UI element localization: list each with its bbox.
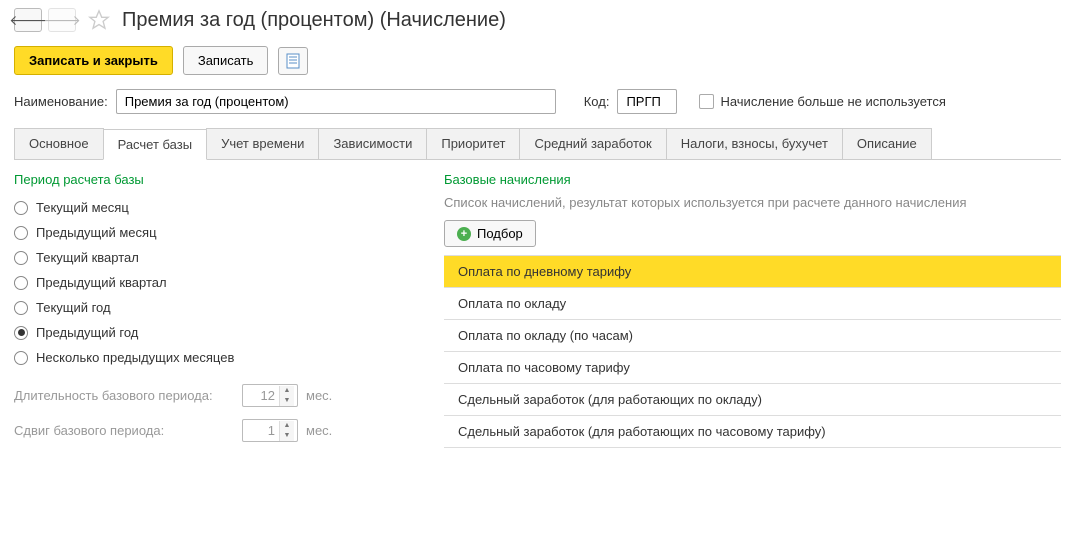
- shift-down-button[interactable]: ▼: [280, 431, 294, 441]
- tab-7[interactable]: Описание: [842, 128, 932, 159]
- name-input[interactable]: [116, 89, 556, 114]
- period-radio-item[interactable]: Предыдущий месяц: [14, 220, 414, 245]
- pick-button[interactable]: + Подбор: [444, 220, 536, 247]
- duration-input[interactable]: [243, 385, 279, 406]
- period-radio-item[interactable]: Текущий квартал: [14, 245, 414, 270]
- duration-unit: мес.: [306, 388, 332, 403]
- base-hint: Список начислений, результат которых исп…: [444, 195, 1061, 210]
- base-section-title: Базовые начисления: [444, 172, 1061, 187]
- disabled-checkbox-label: Начисление больше не используется: [720, 94, 945, 109]
- duration-label: Длительность базового периода:: [14, 388, 234, 403]
- tab-1[interactable]: Расчет базы: [103, 129, 208, 160]
- report-icon: [286, 53, 300, 69]
- pick-button-label: Подбор: [477, 226, 523, 241]
- radio-label: Текущий год: [36, 300, 111, 315]
- code-label: Код:: [584, 94, 610, 109]
- duration-down-button[interactable]: ▼: [280, 396, 294, 406]
- radio-icon: [14, 326, 28, 340]
- period-radio-item[interactable]: Предыдущий год: [14, 320, 414, 345]
- period-radio-item[interactable]: Текущий год: [14, 295, 414, 320]
- radio-icon: [14, 251, 28, 265]
- tab-6[interactable]: Налоги, взносы, бухучет: [666, 128, 843, 159]
- favorite-star-icon[interactable]: [88, 9, 110, 31]
- radio-label: Предыдущий год: [36, 325, 138, 340]
- list-item[interactable]: Сдельный заработок (для работающих по ок…: [444, 384, 1061, 416]
- page-title: Премия за год (процентом) (Начисление): [122, 9, 506, 32]
- save-button[interactable]: Записать: [183, 46, 269, 75]
- shift-input[interactable]: [243, 420, 279, 441]
- radio-label: Предыдущий месяц: [36, 225, 157, 240]
- tab-5[interactable]: Средний заработок: [519, 128, 666, 159]
- period-section-title: Период расчета базы: [14, 172, 414, 187]
- tab-2[interactable]: Учет времени: [206, 128, 319, 159]
- name-label: Наименование:: [14, 94, 108, 109]
- radio-label: Текущий месяц: [36, 200, 129, 215]
- radio-icon: [14, 351, 28, 365]
- code-input[interactable]: [617, 89, 677, 114]
- tabs: ОсновноеРасчет базыУчет времениЗависимос…: [14, 128, 1061, 160]
- plus-icon: +: [457, 227, 471, 241]
- radio-label: Текущий квартал: [36, 250, 139, 265]
- radio-icon: [14, 201, 28, 215]
- disabled-checkbox[interactable]: [699, 94, 714, 109]
- radio-icon: [14, 226, 28, 240]
- forward-button[interactable]: 🡒: [48, 8, 76, 32]
- list-item[interactable]: Сдельный заработок (для работающих по ча…: [444, 416, 1061, 448]
- shift-label: Сдвиг базового периода:: [14, 423, 234, 438]
- radio-icon: [14, 301, 28, 315]
- tab-0[interactable]: Основное: [14, 128, 104, 159]
- duration-up-button[interactable]: ▲: [280, 386, 294, 396]
- period-radio-item[interactable]: Несколько предыдущих месяцев: [14, 345, 414, 370]
- period-radio-item[interactable]: Текущий месяц: [14, 195, 414, 220]
- radio-icon: [14, 276, 28, 290]
- list-item[interactable]: Оплата по окладу (по часам): [444, 320, 1061, 352]
- list-item[interactable]: Оплата по дневному тарифу: [444, 256, 1061, 288]
- tab-3[interactable]: Зависимости: [318, 128, 427, 159]
- period-radio-item[interactable]: Предыдущий квартал: [14, 270, 414, 295]
- shift-unit: мес.: [306, 423, 332, 438]
- back-button[interactable]: 🡐: [14, 8, 42, 32]
- radio-label: Несколько предыдущих месяцев: [36, 350, 234, 365]
- radio-label: Предыдущий квартал: [36, 275, 167, 290]
- tab-4[interactable]: Приоритет: [426, 128, 520, 159]
- report-icon-button[interactable]: [278, 47, 308, 75]
- list-item[interactable]: Оплата по часовому тарифу: [444, 352, 1061, 384]
- list-item[interactable]: Оплата по окладу: [444, 288, 1061, 320]
- shift-up-button[interactable]: ▲: [280, 421, 294, 431]
- save-and-close-button[interactable]: Записать и закрыть: [14, 46, 173, 75]
